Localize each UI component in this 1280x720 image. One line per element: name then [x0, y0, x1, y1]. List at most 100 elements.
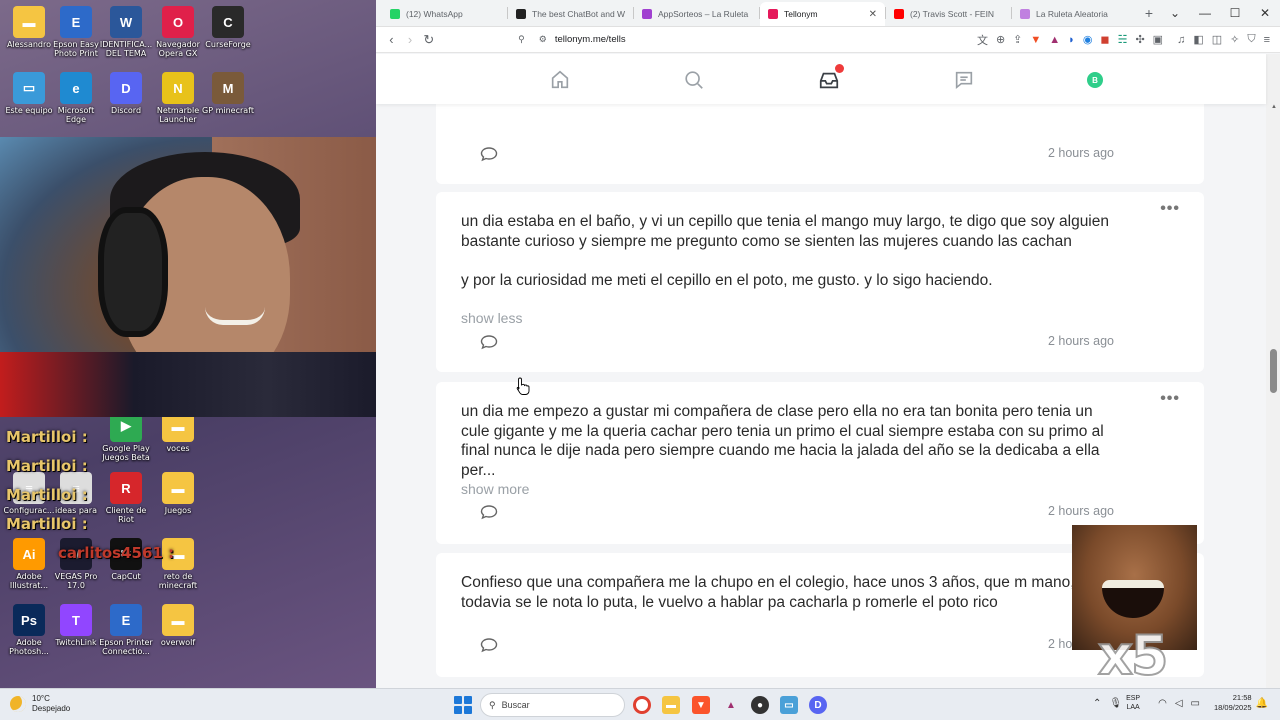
tell-text: un dia estaba en el baño, y vi un cepill…: [461, 213, 1109, 289]
brave-icon[interactable]: ▼: [692, 696, 710, 714]
window-app-icon[interactable]: ▭: [780, 696, 798, 714]
browser-tab[interactable]: (12) WhatsApp: [382, 2, 507, 26]
chat-message: Martilloi :: [6, 486, 88, 504]
translate-icon[interactable]: 文: [977, 32, 988, 48]
language-indicator[interactable]: ESP LAA: [1126, 694, 1140, 712]
desktop-icon[interactable]: M GP minecraft: [199, 72, 257, 115]
comment-icon[interactable]: [480, 334, 498, 350]
browser-tab[interactable]: AppSorteos – La Ruleta de: [634, 2, 759, 26]
brave-rewards-taskbar-icon[interactable]: ▲: [722, 696, 740, 714]
desktop-icon[interactable]: ▬ Juegos: [149, 472, 207, 515]
avatar: B: [1087, 72, 1103, 88]
site-info-icon[interactable]: ⚙: [539, 34, 547, 45]
new-tab-button[interactable]: +: [1137, 5, 1161, 21]
home-icon[interactable]: [547, 67, 573, 93]
scrollbar-thumb[interactable]: [1270, 349, 1277, 393]
desktop-icon[interactable]: ▬ overwolf: [149, 604, 207, 647]
tab-favicon-icon: [516, 9, 526, 19]
tab-title: La Ruleta Aleatoria: [1036, 9, 1108, 19]
desktop-icon-label: overwolf: [160, 638, 196, 647]
tab-favicon-icon: [642, 9, 652, 19]
close-tab-icon[interactable]: ✕: [869, 9, 877, 20]
bookmark-icon[interactable]: ⚲: [518, 34, 525, 45]
extension-icon-2[interactable]: ◉: [1083, 33, 1093, 46]
browser-tab[interactable]: (2) Travis Scott - FEIN: [886, 2, 1011, 26]
url-field[interactable]: ⚲ ⚙ tellonym.me/tells: [518, 34, 827, 45]
desktop-icon[interactable]: W IDENTIFICA... DEL TEMA: [97, 6, 155, 58]
wifi-icon[interactable]: ◠: [1158, 698, 1167, 709]
search-icon[interactable]: [681, 67, 707, 93]
tab-favicon-icon: [390, 9, 400, 19]
profile-button[interactable]: B: [1082, 67, 1108, 93]
notification-bell-icon[interactable]: 🔔: [1256, 698, 1268, 709]
back-icon[interactable]: ‹: [382, 32, 401, 47]
menu-icon[interactable]: ≡: [1264, 34, 1270, 46]
battery-icon[interactable]: ▭: [1191, 698, 1200, 709]
brave-shield-icon[interactable]: ▼: [1030, 34, 1041, 46]
reading-list-icon[interactable]: ▣: [1153, 33, 1163, 46]
vpn-icon[interactable]: ⛉: [1247, 33, 1255, 46]
webcam-overlay: [0, 137, 376, 417]
desktop-icon[interactable]: E Epson Printer Connectio...: [97, 604, 155, 656]
inbox-icon[interactable]: [816, 64, 844, 93]
scrollbar[interactable]: ▲: [1266, 54, 1280, 688]
obs-icon[interactable]: ●: [751, 696, 769, 714]
extensions-icon[interactable]: ✣: [1135, 33, 1144, 46]
app-icon: T: [60, 604, 92, 636]
brave-rewards-icon[interactable]: ▲: [1049, 34, 1060, 46]
browser-tab[interactable]: The best ChatBot and Wi: [508, 2, 633, 26]
desktop-icon-label: reto de minecraft: [158, 572, 198, 590]
browser-tab[interactable]: Tellonym ✕: [760, 2, 885, 26]
weather-widget[interactable]: 10°C Despejado: [10, 694, 70, 714]
discord-taskbar-icon[interactable]: D: [809, 696, 827, 714]
forward-icon[interactable]: ›: [401, 32, 420, 47]
chat-icon[interactable]: [951, 67, 977, 93]
chrome-icon[interactable]: [633, 696, 651, 714]
split-view-icon[interactable]: ◧: [1193, 33, 1203, 46]
app-icon: D: [110, 72, 142, 104]
comment-icon[interactable]: [480, 146, 498, 162]
tab-search-icon[interactable]: ⌄: [1160, 0, 1190, 27]
clock[interactable]: 21:58 18/09/2025: [1214, 693, 1252, 713]
headphones-icon: [98, 207, 168, 337]
desktop-icon[interactable]: D Discord: [97, 72, 155, 115]
desktop-icon[interactable]: R Cliente de Riot: [97, 472, 155, 524]
close-window-button[interactable]: ✕: [1250, 0, 1280, 27]
desktop-icon[interactable]: C CurseForge: [199, 6, 257, 49]
file-explorer-icon[interactable]: ▬: [662, 696, 680, 714]
taskbar: 10°C Despejado ⚲ Buscar ▬ ▼ ▲ ● ▭ D ⌃ 🎙 …: [0, 688, 1280, 720]
browser-window: (12) WhatsApp The best ChatBot and Wi AppS…: [376, 0, 1280, 688]
zoom-icon[interactable]: ⊕: [996, 33, 1005, 46]
extension-icon-1[interactable]: ◗: [1068, 34, 1075, 46]
comment-icon[interactable]: [480, 637, 498, 653]
desktop-icon-label: voces: [166, 444, 190, 453]
microphone-icon[interactable]: 🎙: [1109, 698, 1122, 709]
reload-icon[interactable]: ↻: [419, 32, 438, 48]
show-more-link[interactable]: show more: [461, 481, 529, 497]
tab-favicon-icon: [768, 9, 778, 19]
show-less-link[interactable]: show less: [461, 310, 522, 326]
volume-icon[interactable]: ◁: [1175, 698, 1183, 709]
extensions-toolbar: ◗ ◉ ◼ ☵ ✣ ▣ ♫ ◧ ◫ ✧ ⛉ ≡: [1064, 33, 1274, 46]
browser-tab[interactable]: La Ruleta Aleatoria: [1012, 2, 1137, 26]
chevron-up-icon[interactable]: ⌃: [1093, 698, 1101, 709]
more-options-icon[interactable]: •••: [1160, 200, 1180, 218]
tab-bar: (12) WhatsApp The best ChatBot and Wi AppS…: [376, 0, 1280, 27]
extension-icon-4[interactable]: ☵: [1118, 33, 1128, 46]
system-tray: ⌃ 🎙 ESP LAA ◠ ◁ ▭ 21:58 18/09/2025 🔔: [1089, 693, 1272, 713]
extension-icon-3[interactable]: ◼: [1100, 33, 1109, 46]
more-options-icon[interactable]: •••: [1160, 390, 1180, 408]
desktop-icon[interactable]: ▶ Google Play Juegos Beta: [97, 410, 155, 462]
wallet-icon[interactable]: ◫: [1212, 33, 1222, 46]
maximize-button[interactable]: ☐: [1220, 0, 1250, 27]
meme-caption: x5: [1097, 623, 1169, 688]
start-button[interactable]: [454, 696, 472, 714]
share-icon[interactable]: ⇪: [1013, 33, 1022, 46]
minimize-button[interactable]: —: [1190, 0, 1220, 27]
leo-icon[interactable]: ✧: [1230, 33, 1239, 46]
comment-icon[interactable]: [480, 504, 498, 520]
sidebar-icon[interactable]: ♫: [1177, 34, 1185, 46]
taskbar-search[interactable]: ⚲ Buscar: [480, 693, 625, 717]
scroll-up-icon[interactable]: ▲: [1271, 104, 1277, 110]
tell-timestamp: 2 hours ago: [1047, 504, 1114, 518]
